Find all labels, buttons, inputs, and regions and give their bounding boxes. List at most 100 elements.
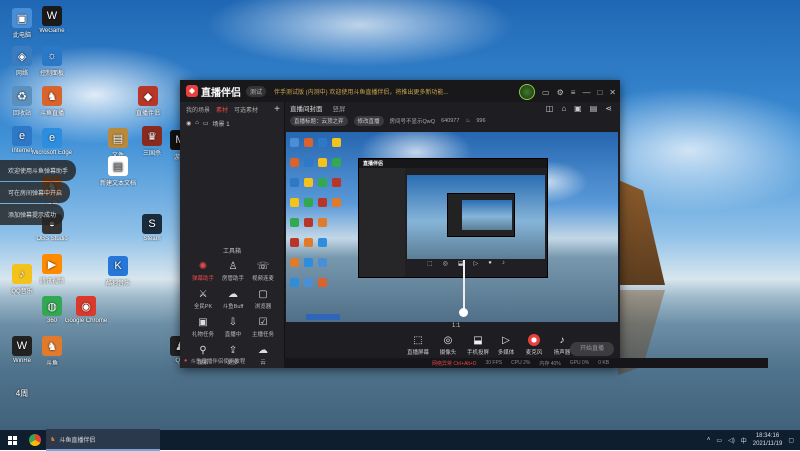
tool-icon: ⇩ bbox=[228, 316, 238, 328]
scene-item[interactable]: ◉ ⌂ ▭ 场景 1 bbox=[180, 116, 284, 130]
version-badge: 测试 bbox=[246, 85, 267, 97]
toolbox-grid: ✺ 弹幕助手 ♙ 房管助手 ☏ 视频连麦 ⚔ 全民PK ☁ 斗鱼Buff ▢ 浏览器 ▣ 礼物任务 ⇩ 直播中… bbox=[188, 260, 280, 367]
nested-screen-icon: ⬚ bbox=[427, 261, 433, 267]
source-control[interactable]: ⬚ 直播屏幕 bbox=[401, 334, 435, 357]
desktop-icon[interactable]: S Steam bbox=[130, 214, 174, 242]
tool-item[interactable]: ☁ 斗鱼Buff bbox=[218, 288, 248, 311]
tool-item[interactable]: ♙ 房管助手 bbox=[218, 260, 248, 283]
desktop-icon-label: 斗鱼直播 bbox=[39, 111, 64, 117]
tool-item[interactable]: ✺ 弹幕助手 bbox=[188, 260, 218, 283]
tab-my-scenes[interactable]: 我的场景 bbox=[186, 105, 210, 114]
tool-item[interactable]: ☏ 视频连麦 bbox=[248, 260, 278, 283]
network-icon[interactable]: ▭ bbox=[716, 437, 722, 444]
desktop-icon[interactable]: ◆ 直播伴侣 bbox=[126, 86, 170, 117]
record-icon[interactable]: ▣ bbox=[574, 104, 582, 113]
source-control[interactable]: ◎ 摄像头 bbox=[431, 334, 465, 357]
preview-icon bbox=[332, 138, 341, 147]
tool-icon: ⚲ bbox=[199, 344, 207, 356]
notification-icon[interactable]: ▢ bbox=[788, 437, 794, 444]
layout-icon[interactable]: ▤ bbox=[590, 104, 598, 113]
title-bar-controls: ▭ ⚙ ≡ — □ ✕ bbox=[519, 84, 616, 100]
desktop-icon[interactable]: ◍ 360 bbox=[30, 296, 74, 324]
preview-icon bbox=[304, 158, 313, 167]
preview-icon bbox=[332, 198, 341, 207]
screenshot-icon[interactable]: ◫ bbox=[546, 104, 554, 113]
app-window[interactable]: ◆ 直播伴侣 测试 伴手测试版 (内测中) 欢迎使用斗鱼直播伴侣，将推出更多新功… bbox=[180, 80, 768, 368]
start-live-button[interactable]: 开始直播 bbox=[570, 342, 614, 356]
preview-icon bbox=[304, 198, 313, 207]
scene-tabs: 我的场景 素材 可选素材 + bbox=[180, 102, 284, 116]
desktop-icon[interactable]: ♞ 斗鱼 bbox=[30, 336, 74, 367]
clock[interactable]: 18:34:16 2021/11/19 bbox=[753, 432, 783, 448]
settings-icon[interactable]: ⚙ bbox=[557, 88, 564, 97]
menu-icon[interactable]: ≡ bbox=[571, 88, 576, 97]
app-icon: W bbox=[12, 336, 32, 356]
tab-optional-sources[interactable]: 可选素材 bbox=[234, 105, 258, 114]
lock-preview-icon[interactable]: ⌂ bbox=[561, 104, 566, 113]
message-icon[interactable]: ▭ bbox=[542, 88, 550, 97]
chevron-up-icon[interactable]: ˄ bbox=[707, 437, 711, 443]
fans-count: 996 bbox=[476, 118, 486, 124]
preview-icon bbox=[318, 258, 327, 267]
user-avatar[interactable] bbox=[519, 84, 536, 100]
tool-item[interactable]: ▣ 礼物任务 bbox=[188, 316, 218, 339]
add-icon[interactable]: + bbox=[274, 104, 280, 115]
title-bar[interactable]: ◆ 直播伴侣 测试 伴手测试版 (内测中) 欢迎使用斗鱼直播伴侣，将推出更多新功… bbox=[180, 80, 620, 102]
ime-icon[interactable]: 中 bbox=[741, 436, 747, 445]
nested-media-icon: ▷ bbox=[473, 261, 479, 267]
tool-item[interactable]: ☑ 主播任务 bbox=[248, 316, 278, 339]
tool-item[interactable]: ☁ 云 bbox=[248, 344, 278, 367]
edit-title-button[interactable]: 修改直播 bbox=[353, 116, 384, 126]
app-icon: e bbox=[42, 128, 62, 148]
app-title: 直播伴侣 bbox=[201, 87, 241, 99]
tool-label: 直播中 bbox=[224, 332, 242, 338]
desktop-icon[interactable]: K 酷狗音乐 bbox=[96, 256, 140, 287]
control-icon: ▷ bbox=[502, 334, 510, 346]
desktop-icon[interactable]: ♞ 斗鱼直播 bbox=[30, 86, 74, 117]
tool-label: 浏览器 bbox=[254, 304, 272, 310]
tab-portrait[interactable]: 竖屏 bbox=[333, 103, 346, 113]
start-button[interactable] bbox=[0, 430, 24, 450]
stream-preview[interactable]: 直播伴侣 ⬚ ◎ ⬓ ▷ ● ♪ bbox=[286, 132, 618, 322]
app-icon: ♻ bbox=[12, 86, 32, 106]
help-icon: ● bbox=[184, 358, 188, 364]
desktop-icon[interactable]: ▶ 腾讯视频 bbox=[30, 254, 74, 285]
tool-icon: ☑ bbox=[258, 316, 268, 328]
tab-cover[interactable]: 直播间封面 bbox=[290, 103, 323, 113]
tool-label: 主播任务 bbox=[251, 332, 274, 338]
desktop-icon-label: QQ音乐 bbox=[11, 289, 33, 295]
preview-icon bbox=[318, 218, 327, 227]
maximize-icon[interactable]: □ bbox=[597, 88, 602, 97]
notice-text[interactable]: 伴手测试版 (内测中) 欢迎使用斗鱼直播伴侣，将推出更多新功能... bbox=[274, 87, 464, 96]
tool-label: 斗鱼Buff bbox=[222, 304, 244, 310]
cpu-readout: CPU 2% bbox=[511, 360, 531, 366]
taskbar-app-item[interactable]: ♞ 斗鱼直播伴侣 bbox=[46, 429, 160, 451]
app-icon: ◈ bbox=[12, 46, 32, 66]
tab-sources[interactable]: 素材 bbox=[216, 105, 228, 114]
share-icon[interactable]: ⋖ bbox=[605, 104, 612, 113]
tool-item[interactable]: ⇩ 直播中 bbox=[218, 316, 248, 339]
zoom-level[interactable]: 1:1 bbox=[452, 323, 460, 329]
volume-icon[interactable]: ◁) bbox=[728, 437, 735, 444]
room-id: 640977 bbox=[441, 118, 460, 124]
desktop-icon[interactable]: e Microsoft Edge bbox=[30, 128, 74, 156]
taskbar-chrome[interactable] bbox=[24, 430, 46, 450]
tool-label: 房管助手 bbox=[221, 276, 244, 282]
tutorial-link[interactable]: ● 斗鱼直播伴侣使用教程 bbox=[184, 357, 245, 365]
preview-icon bbox=[304, 218, 313, 227]
clock-time: 18:34:16 bbox=[755, 433, 780, 439]
close-icon[interactable]: ✕ bbox=[609, 88, 616, 97]
desktop-corner-label: 4周 bbox=[15, 389, 29, 398]
lock-icon[interactable]: ⌂ bbox=[195, 120, 199, 126]
tool-icon: ☁ bbox=[258, 344, 268, 356]
desktop-icon[interactable]: ▤ 新建文本文档 bbox=[96, 156, 140, 187]
tool-item[interactable]: ⚔ 全民PK bbox=[188, 288, 218, 311]
tool-item[interactable]: ▢ 浏览器 bbox=[248, 288, 278, 311]
eye-icon[interactable]: ◉ bbox=[186, 120, 191, 127]
desktop-icon[interactable]: ☼ 控制面板 bbox=[30, 46, 74, 77]
app-icon: ♞ bbox=[42, 336, 62, 356]
title-tag[interactable]: 直播标题：云顶之弈 bbox=[290, 116, 348, 126]
minimize-icon[interactable]: — bbox=[582, 88, 590, 97]
nested-left-panel bbox=[359, 168, 405, 277]
desktop-icon[interactable]: W WeGame bbox=[30, 6, 74, 34]
